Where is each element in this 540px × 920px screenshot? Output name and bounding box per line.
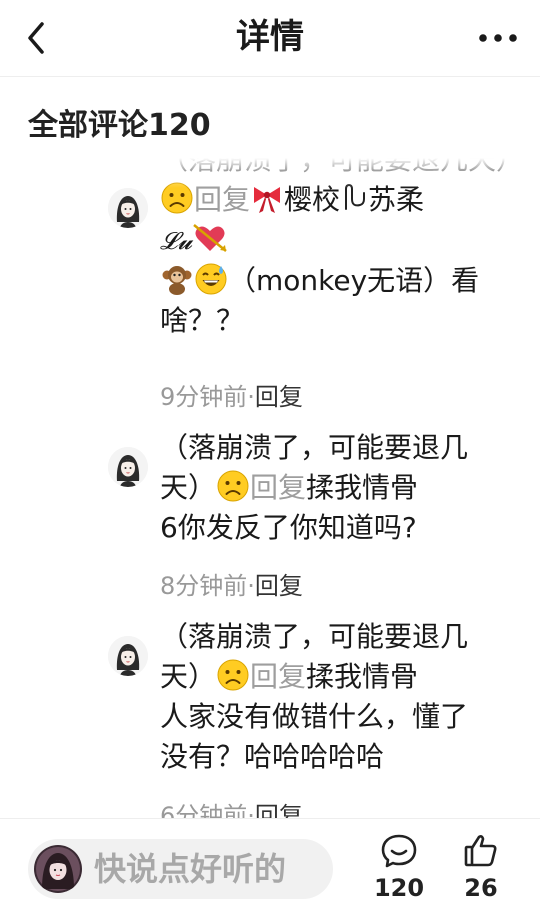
bottom-bar: 快说点好听的 120 26 — [0, 818, 540, 920]
comment-prefix: 天） — [160, 471, 217, 504]
frowning-face-icon — [217, 470, 249, 502]
monkey-icon — [162, 266, 192, 295]
grinning-sweat-icon — [195, 263, 227, 295]
reply-label: 回复 — [250, 471, 307, 504]
comment-prefix: （落崩溃了，可能要退几 — [160, 431, 469, 464]
comment-body: 没有？哈哈哈哈哈 — [160, 740, 385, 773]
comment-time: 6分钟前 — [160, 802, 248, 818]
reply-target-user[interactable]: 揉我情骨 — [306, 471, 418, 504]
ribbon-icon — [254, 187, 281, 213]
comment-text-line: 回复 樱校 苏柔 — [160, 180, 515, 220]
comment-text-line: （落崩溃了，可能要退几 — [160, 617, 515, 657]
comment-body: （monkey无语）看 — [228, 264, 480, 297]
comment-text-line: （落崩溃了，可能要退几 — [160, 428, 515, 468]
comment-meta: 9分钟前·回复 — [160, 381, 303, 413]
reply-label: 回复 — [194, 183, 251, 216]
like-count: 26 — [464, 874, 498, 902]
comment-text-line: 天） 回复揉我情骨 — [160, 468, 515, 508]
comment-text-line: 天） 回复揉我情骨 — [160, 657, 515, 697]
avatar-illustration — [108, 636, 148, 676]
comment-body: 啥？？ — [160, 304, 245, 337]
thumbs-up-icon — [464, 835, 497, 867]
top-bar: 详情 — [0, 0, 540, 77]
reply-target-user-suffix[interactable]: 苏柔 — [368, 183, 424, 216]
comment-meta: 8分钟前·回复 — [160, 570, 303, 602]
reply-target-user-line2: 𝓛𝓾 — [160, 227, 193, 255]
comments-section-title: 全部评论120 — [28, 108, 211, 143]
frowning-face-icon — [217, 659, 249, 691]
comment-count: 120 — [373, 874, 425, 902]
frowning-face-icon — [161, 182, 193, 214]
more-button[interactable] — [476, 18, 520, 58]
heart-arrow-icon — [193, 224, 228, 252]
comment-text-line: （monkey无语）看 — [160, 261, 515, 301]
reply-button[interactable]: 回复 — [255, 572, 303, 600]
comment-text-line: 人家没有做错什么，懂了 — [160, 697, 515, 737]
meta-dot: · — [247, 383, 255, 411]
comment-text: （落崩溃了，可能要退几 天） 回复揉我情骨 人家没有做错什么，懂了 没有？哈哈哈… — [160, 617, 515, 777]
hand-heart-icon — [345, 183, 366, 210]
comment-text-line: 6你发反了你知道吗? — [160, 508, 515, 548]
reply-button[interactable]: 回复 — [255, 802, 303, 818]
comment-text-line: 啥？？ — [160, 301, 515, 341]
reply-button[interactable]: 回复 — [255, 383, 303, 411]
page-title: 详情 — [236, 17, 304, 57]
comment-prefix: （落崩溃了，可能要退几天） — [160, 158, 525, 176]
comment-input[interactable]: 快说点好听的 — [28, 839, 333, 899]
reply-target-user[interactable]: 樱校 — [284, 183, 340, 216]
avatar[interactable] — [108, 447, 148, 487]
meta-dot: · — [247, 802, 255, 818]
comment-bubble-icon — [381, 834, 417, 868]
comment-text-line: 没有？哈哈哈哈哈 — [160, 737, 515, 777]
comment-time: 9分钟前 — [160, 383, 248, 411]
like-button[interactable]: 26 — [446, 833, 516, 913]
current-user-avatar-image — [34, 845, 82, 893]
comment-meta: 6分钟前·回复 — [160, 800, 303, 818]
avatar[interactable] — [108, 188, 148, 228]
avatar[interactable] — [108, 636, 148, 676]
comment-text-line: 𝓛𝓾 — [160, 220, 515, 261]
more-dots-icon — [479, 34, 517, 42]
comment-list[interactable]: （落崩溃了，可能要退几天） 回复 樱校 苏柔 𝓛𝓾 （monkey无语）看 啥？… — [0, 158, 540, 818]
comment-count-button[interactable]: 120 — [364, 833, 434, 913]
comment-body: 人家没有做错什么，懂了 — [160, 700, 469, 733]
comment-text-line: （落崩溃了，可能要退几天） — [160, 158, 524, 180]
comment-text: （落崩溃了，可能要退几 天） 回复揉我情骨 6你发反了你知道吗? — [160, 428, 515, 548]
meta-dot: · — [247, 572, 255, 600]
comment-input-placeholder: 快说点好听的 — [94, 850, 287, 888]
reply-label: 回复 — [250, 660, 307, 693]
comment-time: 8分钟前 — [160, 572, 248, 600]
reply-target-user[interactable]: 揉我情骨 — [306, 660, 418, 693]
comment-prefix: 天） — [160, 660, 217, 693]
comment-prefix: （落崩溃了，可能要退几 — [160, 620, 469, 653]
current-user-avatar — [34, 845, 82, 893]
avatar-illustration — [108, 188, 148, 228]
avatar-illustration — [108, 447, 148, 487]
comment-body: 6你发反了你知道吗? — [160, 511, 417, 544]
comment-text: （落崩溃了，可能要退几天） 回复 樱校 苏柔 𝓛𝓾 （monkey无语）看 啥？… — [160, 158, 524, 341]
